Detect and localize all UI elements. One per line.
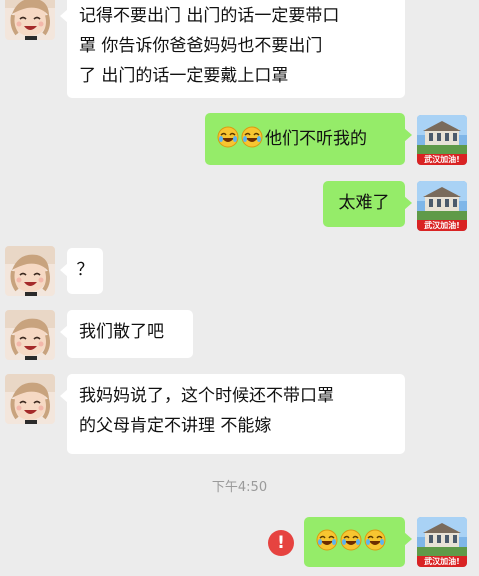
laugh-cry-emoji-icon	[316, 529, 338, 551]
laugh-cry-emoji-icon	[241, 126, 263, 148]
message-text-line: 的父母肯定不讲理 不能嫁	[79, 416, 272, 436]
message-bubble-incoming[interactable]: 我妈妈说了，这个时候还不带口罩 的父母肯定不讲理 不能嫁	[60, 374, 405, 454]
self-avatar-badge: 武汉加油!	[424, 557, 460, 566]
message-text: 我们散了吧	[79, 322, 164, 342]
self-avatar[interactable]: 武汉加油!	[417, 517, 467, 567]
message-bubble-outgoing[interactable]	[304, 517, 412, 567]
message-text-line: 罩 你告诉你爸爸妈妈也不要出门	[79, 36, 323, 56]
message-timestamp: 下午4:50	[211, 480, 268, 495]
contact-avatar[interactable]	[5, 310, 55, 360]
self-avatar-badge: 武汉加油!	[424, 221, 460, 230]
contact-avatar-image	[5, 0, 55, 40]
message-text: 太难了	[338, 193, 390, 213]
message-bubble-outgoing[interactable]: 他们不听我的	[205, 113, 412, 165]
message-text-line: 了 出门的话一定要戴上口罩	[79, 66, 289, 86]
self-avatar[interactable]: 武汉加油!	[417, 181, 467, 231]
contact-avatar[interactable]	[5, 0, 55, 40]
self-avatar[interactable]: 武汉加油!	[417, 115, 467, 165]
self-avatar-badge: 武汉加油!	[424, 155, 460, 164]
message-text-line: 我妈妈说了，这个时候还不带口罩	[79, 386, 334, 406]
contact-avatar[interactable]	[5, 246, 55, 296]
message-bubble-incoming[interactable]: 我们散了吧	[60, 310, 193, 358]
send-failed-icon[interactable]: !	[268, 530, 294, 556]
message-text-line: 记得不要出门 出门的话一定要带口	[79, 6, 340, 26]
laugh-cry-emoji-icon	[217, 126, 239, 148]
message-text: 他们不听我的	[265, 129, 367, 149]
contact-avatar-image	[5, 310, 55, 360]
contact-avatar[interactable]	[5, 374, 55, 424]
message-bubble-incoming[interactable]: ？	[60, 248, 103, 294]
contact-avatar-image	[5, 246, 55, 296]
contact-avatar-image	[5, 374, 55, 424]
message-bubble-outgoing[interactable]: 太难了	[323, 181, 412, 227]
laugh-cry-emoji-icon	[340, 529, 362, 551]
message-text: ？	[76, 260, 94, 280]
message-bubble-incoming[interactable]: 记得不要出门 出门的话一定要带口 罩 你告诉你爸爸妈妈也不要出门 了 出门的话一…	[60, 0, 405, 98]
laugh-cry-emoji-icon	[364, 529, 386, 551]
